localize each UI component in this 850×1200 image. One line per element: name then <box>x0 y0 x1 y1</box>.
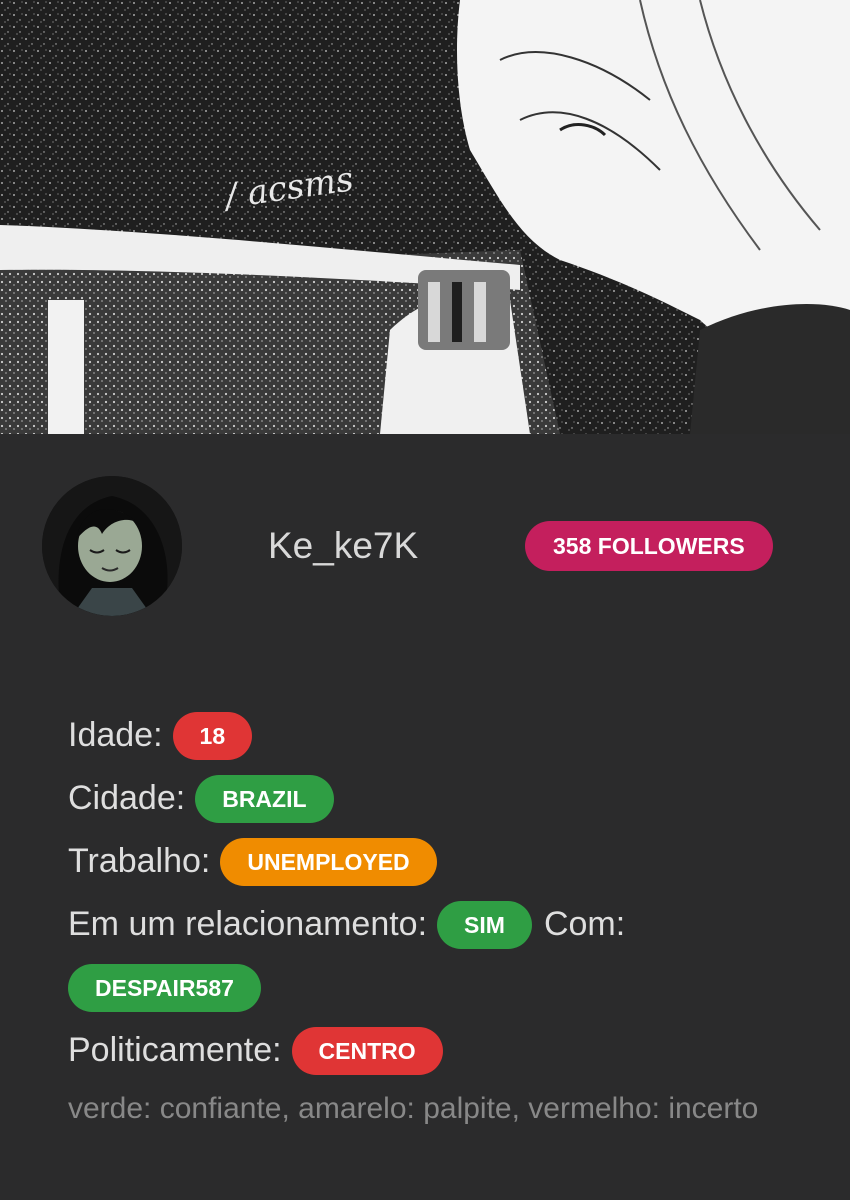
color-legend: verde: confiante, amarelo: palpite, verm… <box>68 1092 759 1125</box>
info-row-work: Trabalho: UNEMPLOYED <box>68 830 828 893</box>
city-value-pill: BRAZIL <box>195 774 334 823</box>
work-value-pill: UNEMPLOYED <box>220 837 437 886</box>
profile-info: Idade: 18 Cidade: BRAZIL Trabalho: UNEMP… <box>68 704 828 1134</box>
username[interactable]: Ke_ke7K <box>268 526 418 566</box>
info-row-city: Cidade: BRAZIL <box>68 767 828 830</box>
profile-card: Ke_ke7K 358 FOLLOWERS Idade: 18 Cidade: … <box>0 434 850 1200</box>
work-label: Trabalho: <box>68 842 211 880</box>
avatar-image <box>42 476 182 616</box>
info-row-politics: Politicamente: CENTRO <box>68 1019 828 1082</box>
avatar[interactable] <box>42 476 182 616</box>
relationship-value-pill: SIM <box>437 900 532 949</box>
partner-pill[interactable]: DESPAIR587 <box>68 963 261 1012</box>
politics-value-pill: CENTRO <box>291 1026 443 1075</box>
info-row-age: Idade: 18 <box>68 704 828 767</box>
info-row-partner: DESPAIR587 <box>68 956 828 1019</box>
followers-badge[interactable]: 358 FOLLOWERS <box>525 521 773 571</box>
city-label: Cidade: <box>68 779 186 817</box>
relationship-label: Em um relacionamento: <box>68 905 428 943</box>
age-value-pill: 18 <box>172 711 253 760</box>
politics-label: Politicamente: <box>68 1031 282 1069</box>
relationship-with-label: Com: <box>543 905 626 943</box>
profile-banner: / acsms <box>0 0 850 434</box>
info-row-relationship: Em um relacionamento: SIM Com: <box>68 893 828 956</box>
age-label: Idade: <box>68 716 163 754</box>
banner-image <box>0 0 850 434</box>
